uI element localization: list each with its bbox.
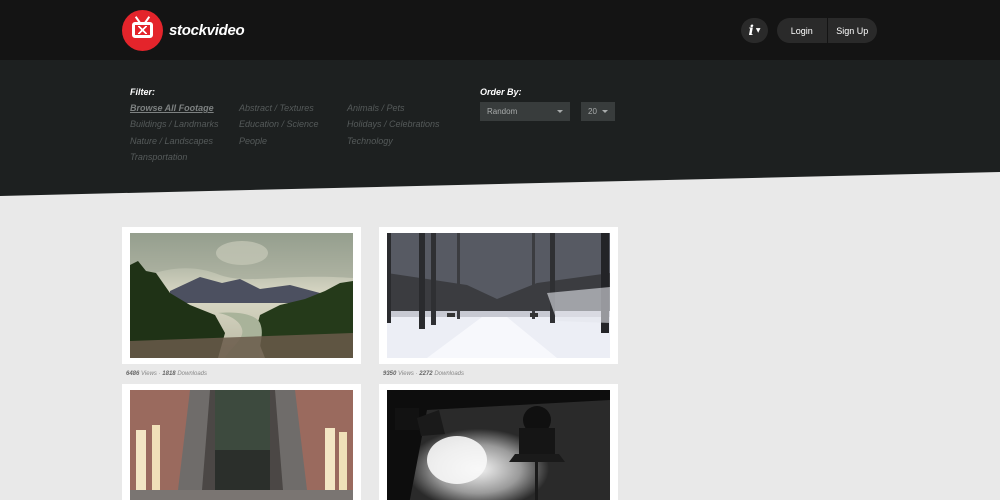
video-card[interactable] — [379, 227, 618, 364]
video-card[interactable] — [122, 227, 361, 364]
video-thumbnail-mountain-river — [130, 233, 353, 358]
video-stats: 6486 Views · 1818 Downloads — [126, 371, 207, 377]
signup-button[interactable]: Sign Up — [828, 18, 878, 43]
video-card[interactable] — [379, 384, 618, 500]
top-header: stockvideo i ▼ Login Sign Up — [0, 0, 1000, 60]
category-animals-pets[interactable]: Animals / Pets — [347, 103, 405, 113]
filter-panel: Filter: Browse All Footage Buildings / L… — [0, 60, 1000, 196]
brand-name: stockvideo — [169, 22, 245, 39]
tv-logo-icon — [122, 10, 163, 51]
category-technology[interactable]: Technology — [347, 136, 393, 146]
auth-buttons: Login Sign Up — [777, 18, 877, 43]
category-holidays-celebrations[interactable]: Holidays / Celebrations — [347, 119, 440, 129]
category-people[interactable]: People — [239, 136, 267, 146]
category-education-science[interactable]: Education / Science — [239, 119, 319, 129]
order-by-heading: Order By: — [480, 87, 522, 97]
chevron-down-icon — [557, 110, 563, 113]
order-by-select[interactable]: Random — [480, 102, 570, 121]
category-nature-landscapes[interactable]: Nature / Landscapes — [130, 136, 213, 146]
category-transportation[interactable]: Transportation — [130, 152, 187, 162]
filter-heading: Filter: — [130, 87, 156, 97]
category-browse-all[interactable]: Browse All Footage — [130, 103, 214, 113]
chevron-down-icon — [602, 110, 608, 113]
category-abstract-textures[interactable]: Abstract / Textures — [239, 103, 314, 113]
category-buildings-landmarks[interactable]: Buildings / Landmarks — [130, 119, 219, 129]
info-icon: i — [748, 22, 754, 39]
caret-down-icon: ▼ — [755, 27, 761, 34]
video-thumbnail-studio-light — [387, 390, 610, 500]
video-thumbnail-escalators — [130, 390, 353, 500]
info-dropdown-button[interactable]: i ▼ — [741, 18, 768, 43]
results-count-value: 20 — [588, 107, 597, 116]
order-by-value: Random — [487, 107, 518, 116]
results-count-select[interactable]: 20 — [581, 102, 615, 121]
video-thumbnail-snowy-park — [387, 233, 610, 358]
brand-logo[interactable]: stockvideo — [122, 10, 245, 51]
video-stats: 9350 Views · 2272 Downloads — [383, 371, 464, 377]
video-card[interactable] — [122, 384, 361, 500]
login-button[interactable]: Login — [777, 18, 827, 43]
